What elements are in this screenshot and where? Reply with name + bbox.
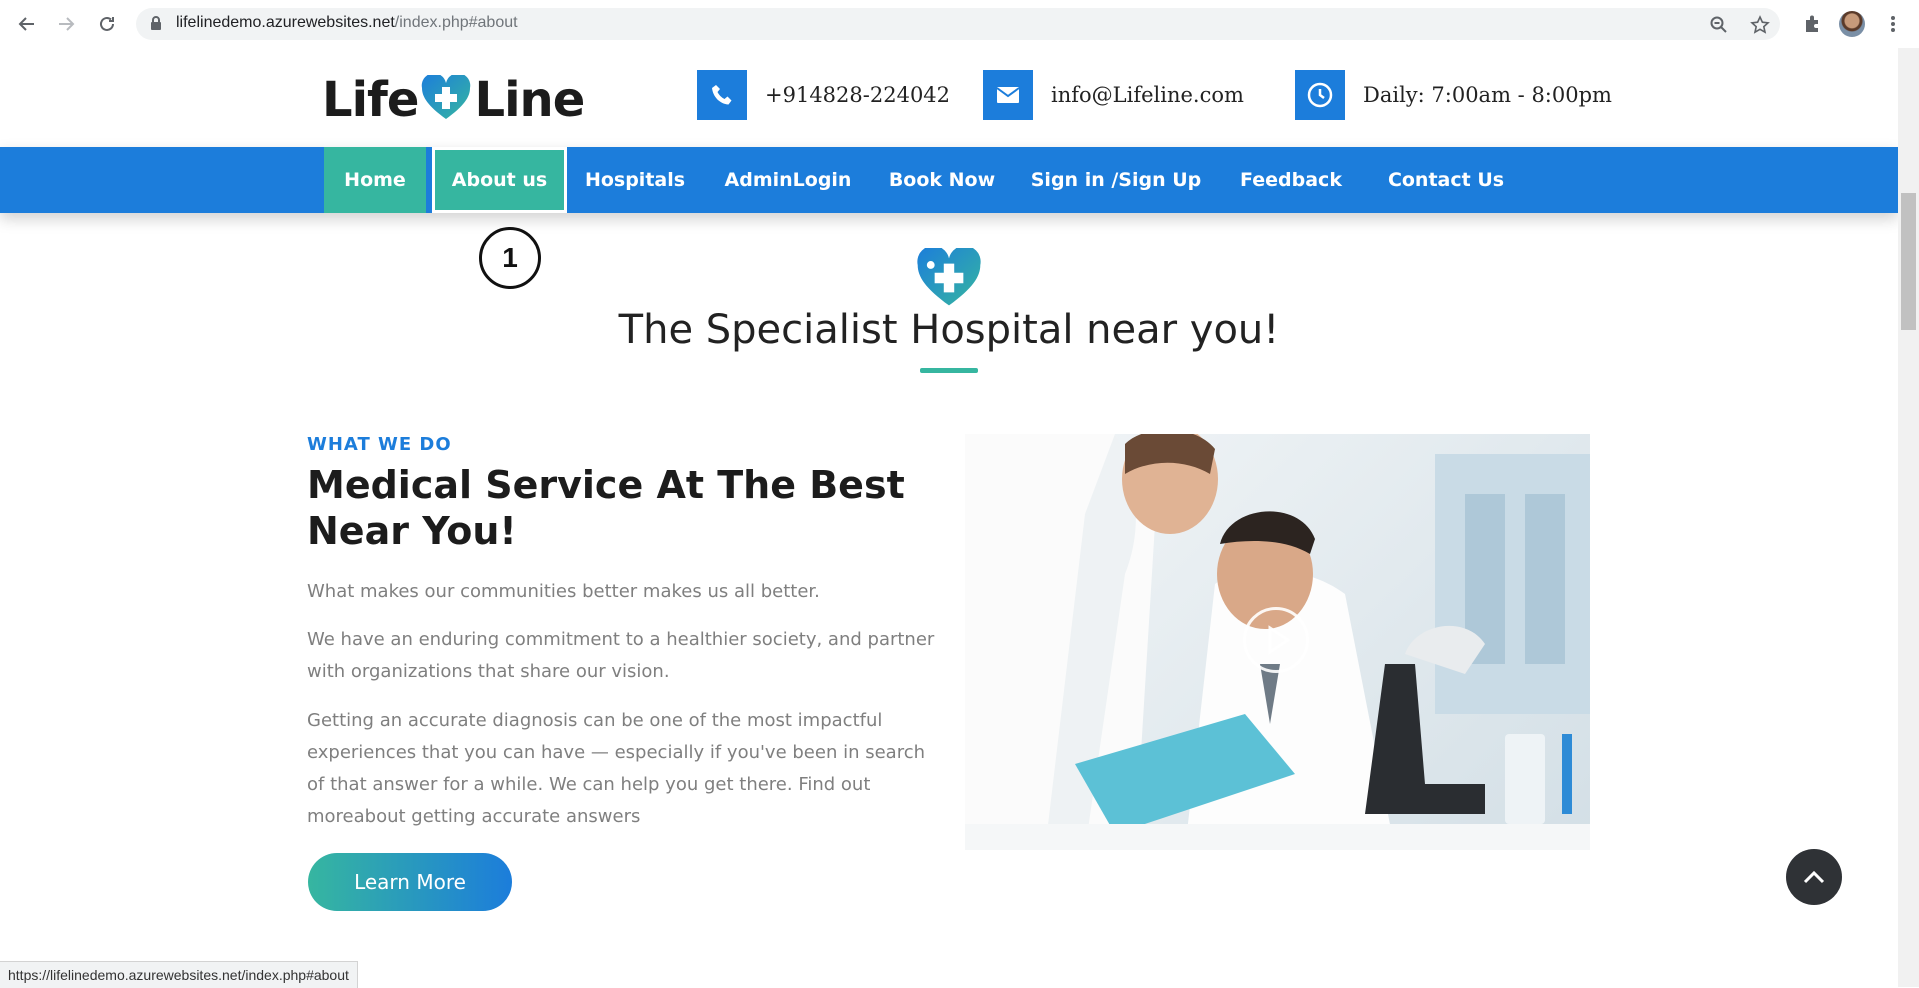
envelope-icon bbox=[983, 70, 1033, 120]
learn-more-button[interactable]: Learn More bbox=[308, 853, 512, 911]
lock-icon bbox=[150, 16, 162, 35]
contact-phone: +914828-224042 bbox=[697, 70, 950, 120]
forward-icon[interactable] bbox=[51, 9, 81, 39]
page-scrollbar[interactable] bbox=[1898, 48, 1919, 987]
nav-sign-in[interactable]: Sign in /Sign Up bbox=[1030, 147, 1202, 213]
email-address[interactable]: info@Lifeline.com bbox=[1051, 83, 1244, 107]
site-header: Life Line +914828-224042 info@Lifeline.c… bbox=[0, 48, 1898, 148]
url-text: lifelinedemo.azurewebsites.net/index.php… bbox=[176, 14, 518, 31]
nav-about-us[interactable]: About us bbox=[432, 147, 567, 213]
address-bar[interactable]: lifelinedemo.azurewebsites.net/index.php… bbox=[136, 8, 1780, 40]
step-annotation-marker: 1 bbox=[479, 227, 541, 289]
title-underline bbox=[920, 368, 978, 373]
menu-icon[interactable] bbox=[1878, 9, 1908, 39]
scrollbar-thumb[interactable] bbox=[1901, 193, 1916, 330]
status-bar-link: https://lifelinedemo.azurewebsites.net/i… bbox=[0, 961, 358, 988]
about-paragraph-3: Getting an accurate diagnosis can be one… bbox=[307, 710, 926, 827]
contact-hours: Daily: 7:00am - 8:00pm bbox=[1295, 70, 1612, 120]
nav-feedback[interactable]: Feedback bbox=[1236, 147, 1346, 213]
nav-admin-login[interactable]: AdminLogin bbox=[722, 147, 854, 213]
heart-cross-icon bbox=[420, 73, 472, 125]
zoom-icon[interactable] bbox=[1708, 14, 1730, 36]
reload-icon[interactable] bbox=[92, 9, 122, 39]
nav-hospitals[interactable]: Hospitals bbox=[580, 147, 690, 213]
star-icon[interactable] bbox=[1749, 14, 1771, 36]
clock-icon bbox=[1295, 70, 1345, 120]
profile-avatar[interactable] bbox=[1839, 11, 1865, 37]
site-logo[interactable]: Life Line bbox=[322, 70, 585, 130]
scroll-to-top-button[interactable] bbox=[1786, 849, 1842, 905]
about-paragraph-1: What makes our communities better makes … bbox=[307, 581, 820, 602]
section-eyebrow: WHAT WE DO bbox=[307, 434, 452, 455]
phone-number[interactable]: +914828-224042 bbox=[765, 83, 950, 107]
about-paragraph-2: We have an enduring commitment to a heal… bbox=[307, 629, 935, 682]
section-title: The Specialist Hospital near you! bbox=[618, 307, 1280, 353]
nav-book-now[interactable]: Book Now bbox=[887, 147, 997, 213]
nav-contact-us[interactable]: Contact Us bbox=[1382, 147, 1510, 213]
nav-home[interactable]: Home bbox=[324, 147, 426, 213]
logo-text-line: Line bbox=[474, 72, 585, 128]
play-video-icon[interactable] bbox=[1243, 607, 1309, 673]
extensions-icon[interactable] bbox=[1797, 9, 1827, 39]
browser-toolbar: lifelinedemo.azurewebsites.net/index.php… bbox=[0, 0, 1919, 49]
logo-text-life: Life bbox=[322, 72, 419, 128]
opening-hours: Daily: 7:00am - 8:00pm bbox=[1363, 83, 1612, 107]
main-nav: Home About us Hospitals AdminLogin Book … bbox=[0, 147, 1898, 213]
phone-icon bbox=[697, 70, 747, 120]
about-headline: Medical Service At The Best Near You! bbox=[307, 463, 905, 553]
back-icon[interactable] bbox=[12, 9, 42, 39]
heart-cross-icon bbox=[914, 245, 984, 312]
contact-email: info@Lifeline.com bbox=[983, 70, 1244, 120]
